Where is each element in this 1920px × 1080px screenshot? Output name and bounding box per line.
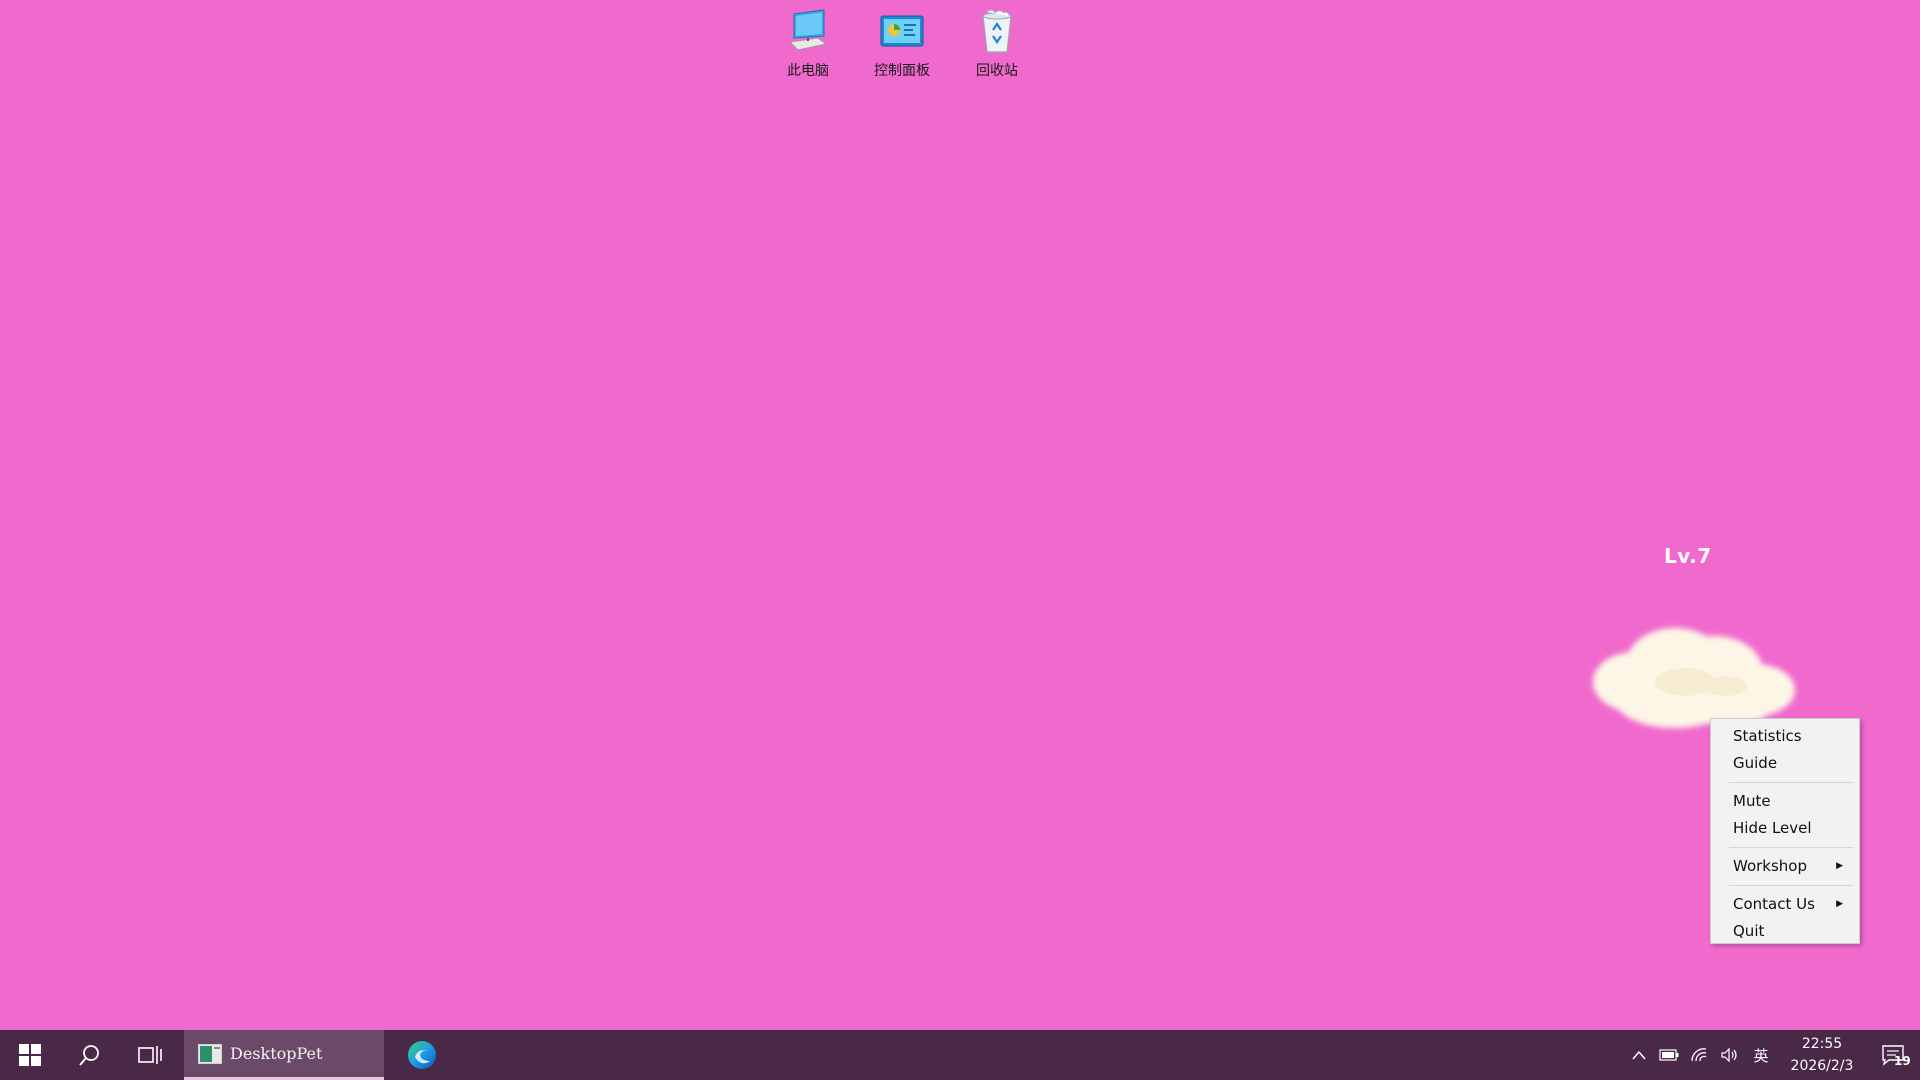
task-view-button[interactable] [120,1030,180,1080]
desktop-pet-app-icon [198,1043,222,1064]
show-hidden-icons-button[interactable] [1624,1030,1654,1080]
submenu-arrow-icon: ▶ [1836,861,1843,871]
desktop-icon-label: 回收站 [976,63,1018,79]
windows-start-icon [19,1044,41,1066]
menu-item-label: Statistics [1733,727,1802,745]
computer-icon [788,9,828,51]
menu-item-label: Workshop [1733,857,1808,875]
clock-time: 22:55 [1801,1036,1843,1052]
search-icon [79,1045,99,1066]
menu-separator [1729,885,1853,886]
menu-separator [1729,847,1853,848]
menu-item-label: Hide Level [1733,819,1812,837]
taskbar-app-label: DesktopPet [230,1044,323,1063]
clock-date: 2026/2/3 [1790,1058,1854,1074]
search-button[interactable] [60,1030,120,1080]
recycle-bin-icon [982,9,1012,53]
menu-item-label: Contact Us [1733,895,1815,913]
pet-context-menu: Statistics Guide Mute Hide Level Worksho… [1710,718,1860,944]
notification-count-badge: 19 [1894,1054,1911,1068]
speaker-icon [1721,1047,1737,1063]
start-button[interactable] [0,1030,60,1080]
menu-separator [1729,782,1853,783]
menu-item-workshop[interactable]: Workshop ▶ [1711,853,1859,880]
taskbar-pinned-edge[interactable] [392,1030,452,1080]
battery-button[interactable] [1654,1030,1684,1080]
volume-button[interactable] [1714,1030,1744,1080]
menu-item-mute[interactable]: Mute [1711,788,1859,815]
desktop-icon-control-panel[interactable]: 控制面板 [857,8,947,88]
taskbar-app-desktoppet[interactable]: DesktopPet [184,1030,384,1080]
menu-item-contact-us[interactable]: Contact Us ▶ [1711,891,1859,918]
menu-item-quit[interactable]: Quit [1711,918,1859,945]
notification-center-button[interactable]: 19 [1866,1030,1920,1080]
input-method-label: 英 [1753,1046,1769,1065]
menu-item-hide-level[interactable]: Hide Level [1711,815,1859,842]
menu-item-statistics[interactable]: Statistics [1711,723,1859,750]
input-method-button[interactable]: 英 [1744,1030,1778,1080]
system-tray: 英 22:55 2026/2/3 19 [1624,1030,1920,1080]
menu-item-label: Mute [1733,792,1771,810]
desktop-icon-label: 控制面板 [874,63,930,79]
desktop-icon-recycle-bin[interactable]: 回收站 [952,8,1042,88]
desktop-icon-label: 此电脑 [787,63,829,79]
chevron-up-icon [1632,1050,1646,1060]
network-button[interactable] [1684,1030,1714,1080]
wifi-icon [1691,1048,1707,1062]
clock-button[interactable]: 22:55 2026/2/3 [1778,1033,1866,1077]
submenu-arrow-icon: ▶ [1836,899,1843,909]
task-view-icon [138,1046,162,1064]
pet-level-label: Lv.7 [1664,544,1712,568]
battery-icon [1659,1049,1679,1061]
menu-item-label: Guide [1733,754,1778,772]
edge-browser-icon [408,1041,436,1069]
taskbar: DesktopPet 英 22:55 2026/2/3 19 [0,1030,1920,1080]
menu-item-guide[interactable]: Guide [1711,750,1859,777]
desktop-icon-this-pc[interactable]: 此电脑 [763,8,853,88]
menu-item-label: Quit [1733,922,1765,940]
control-panel-icon [880,15,924,47]
